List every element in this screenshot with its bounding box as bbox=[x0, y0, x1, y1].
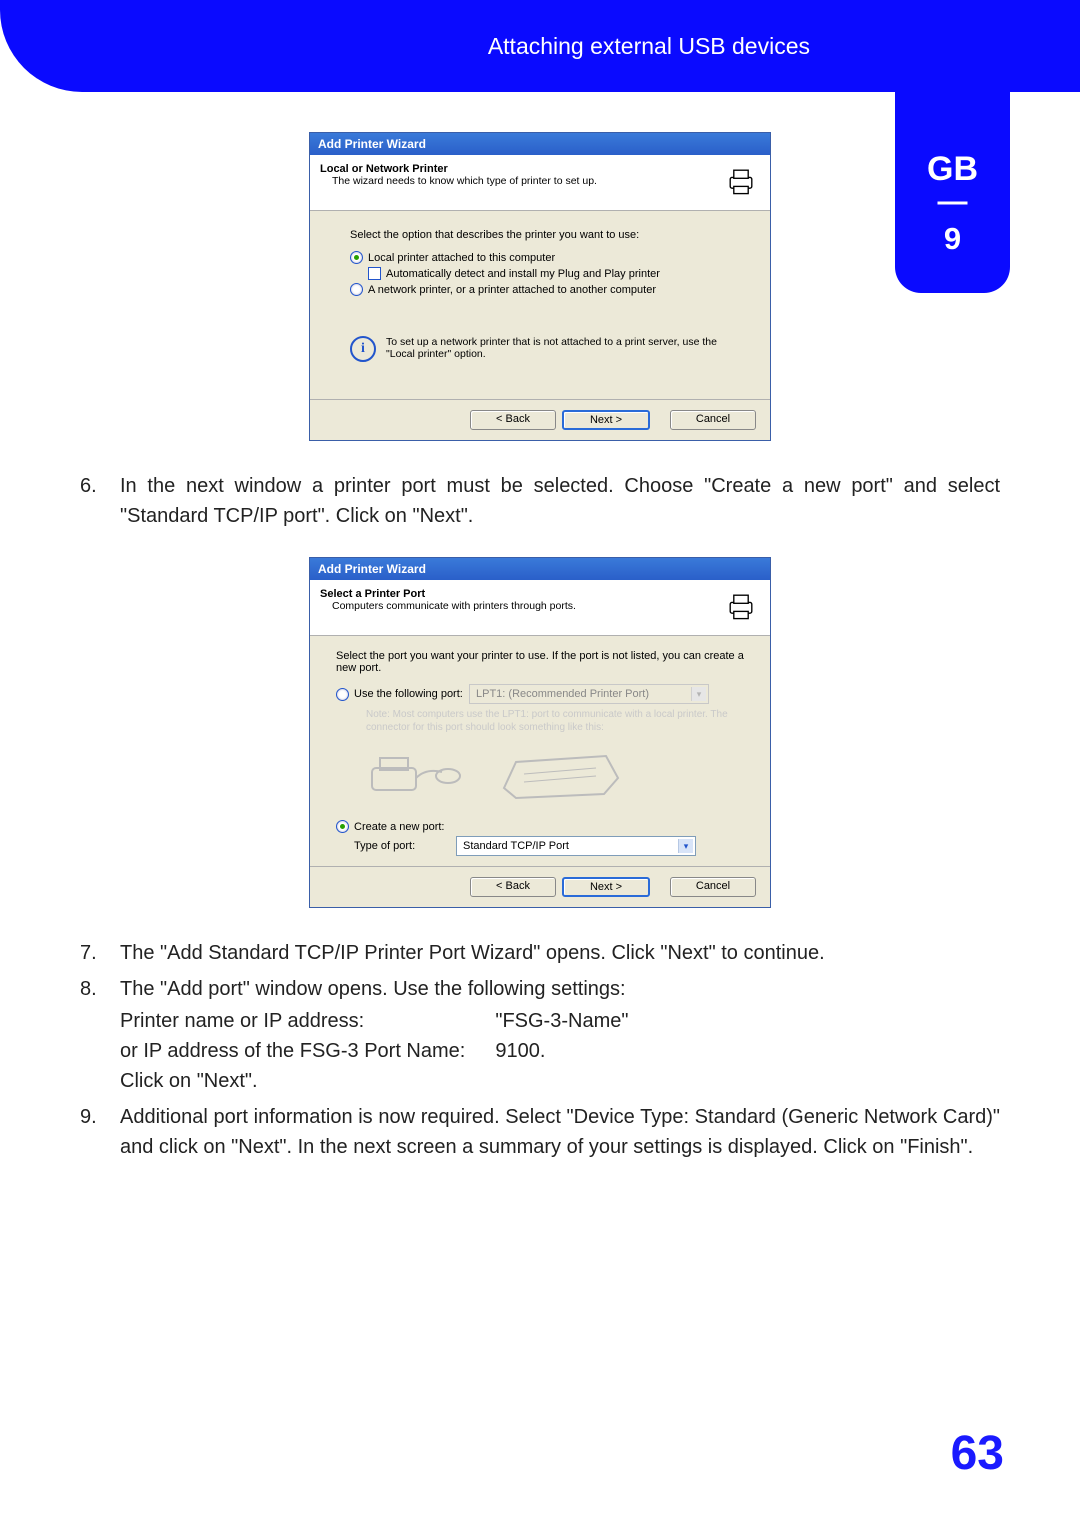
step-8-settings: Printer name or IP address: "FSG-3-Name"… bbox=[120, 1006, 658, 1066]
page-header-title: Attaching external USB devices bbox=[488, 33, 810, 60]
combo-port-type-value: Standard TCP/IP Port bbox=[463, 840, 569, 852]
side-tab-language: GB bbox=[895, 150, 1010, 189]
step-7: 7. The "Add Standard TCP/IP Printer Port… bbox=[80, 938, 1000, 968]
radio-network-printer[interactable] bbox=[350, 283, 363, 296]
page-number: 63 bbox=[951, 1426, 1004, 1481]
printer-connector-icon bbox=[366, 748, 466, 804]
step-7-text: The "Add Standard TCP/IP Printer Port Wi… bbox=[120, 938, 1000, 968]
wizard-select-port: Add Printer Wizard Select a Printer Port… bbox=[309, 557, 771, 908]
step-6-text: In the next window a printer port must b… bbox=[120, 471, 1000, 531]
combo-existing-port: LPT1: (Recommended Printer Port) ▾ bbox=[469, 684, 709, 704]
step-8-row2-label: or IP address of the FSG-3 Port Name: bbox=[120, 1036, 495, 1066]
step-8-row1-label: Printer name or IP address: bbox=[120, 1006, 495, 1036]
side-tab-chapter: 9 bbox=[895, 221, 1010, 257]
wizard1-next-button[interactable]: Next > bbox=[562, 410, 650, 430]
chevron-down-icon: ▾ bbox=[691, 687, 706, 701]
wizard2-titlebar: Add Printer Wizard bbox=[310, 558, 770, 580]
step-8-outro: Click on "Next". bbox=[120, 1066, 1000, 1096]
chevron-down-icon[interactable]: ▾ bbox=[678, 839, 693, 853]
printer-icon bbox=[722, 163, 760, 202]
side-tab: GB — 9 bbox=[895, 0, 1010, 293]
step-8: 8. The "Add port" window opens. Use the … bbox=[80, 974, 1000, 1096]
step-8-row2-value: 9100. bbox=[495, 1036, 658, 1066]
type-of-port-label: Type of port: bbox=[354, 840, 448, 852]
port-connector-illustration bbox=[366, 746, 744, 806]
wizard2-prompt: Select the port you want your printer to… bbox=[336, 650, 744, 674]
info-icon: i bbox=[350, 336, 376, 362]
side-tab-separator: — bbox=[895, 197, 1010, 207]
step-9-number: 9. bbox=[80, 1102, 104, 1162]
wizard1-heading: Local or Network Printer bbox=[320, 163, 597, 175]
step-8-intro: The "Add port" window opens. Use the fol… bbox=[120, 978, 626, 1000]
step-6: 6. In the next window a printer port mus… bbox=[80, 471, 1000, 531]
wizard2-heading: Select a Printer Port bbox=[320, 588, 576, 600]
wizard1-subheading: The wizard needs to know which type of p… bbox=[320, 175, 597, 187]
combo-existing-port-value: LPT1: (Recommended Printer Port) bbox=[476, 688, 649, 700]
radio-create-new-port-label: Create a new port: bbox=[354, 821, 445, 833]
wizard2-next-button[interactable]: Next > bbox=[562, 877, 650, 897]
step-7-number: 7. bbox=[80, 938, 104, 968]
wizard2-subheading: Computers communicate with printers thro… bbox=[320, 600, 576, 612]
wizard1-cancel-button[interactable]: Cancel bbox=[670, 410, 756, 430]
radio-create-new-port[interactable] bbox=[336, 820, 349, 833]
wizard-local-or-network: Add Printer Wizard Local or Network Prin… bbox=[309, 132, 771, 441]
step-9: 9. Additional port information is now re… bbox=[80, 1102, 1000, 1162]
step-8-number: 8. bbox=[80, 974, 104, 1096]
radio-use-following-port-label: Use the following port: bbox=[354, 688, 464, 700]
radio-network-printer-label: A network printer, or a printer attached… bbox=[368, 284, 656, 296]
combo-port-type[interactable]: Standard TCP/IP Port ▾ bbox=[456, 836, 696, 856]
step-9-text: Additional port information is now requi… bbox=[120, 1102, 1000, 1162]
wizard1-back-button[interactable]: < Back bbox=[470, 410, 556, 430]
radio-local-printer-label: Local printer attached to this computer bbox=[368, 252, 555, 264]
radio-local-printer[interactable] bbox=[350, 251, 363, 264]
checkbox-auto-detect[interactable] bbox=[368, 267, 381, 280]
step-6-number: 6. bbox=[80, 471, 104, 531]
wizard2-back-button[interactable]: < Back bbox=[470, 877, 556, 897]
wizard2-cancel-button[interactable]: Cancel bbox=[670, 877, 756, 897]
wizard1-titlebar: Add Printer Wizard bbox=[310, 133, 770, 155]
parallel-port-icon bbox=[496, 748, 626, 804]
step-8-row1-value: "FSG-3-Name" bbox=[495, 1006, 658, 1036]
wizard1-prompt: Select the option that describes the pri… bbox=[350, 229, 730, 241]
printer-icon bbox=[722, 588, 760, 627]
radio-use-following-port[interactable] bbox=[336, 688, 349, 701]
wizard2-port-note: Note: Most computers use the LPT1: port … bbox=[366, 708, 744, 734]
wizard1-info-text: To set up a network printer that is not … bbox=[386, 336, 730, 360]
checkbox-auto-detect-label: Automatically detect and install my Plug… bbox=[386, 268, 660, 280]
